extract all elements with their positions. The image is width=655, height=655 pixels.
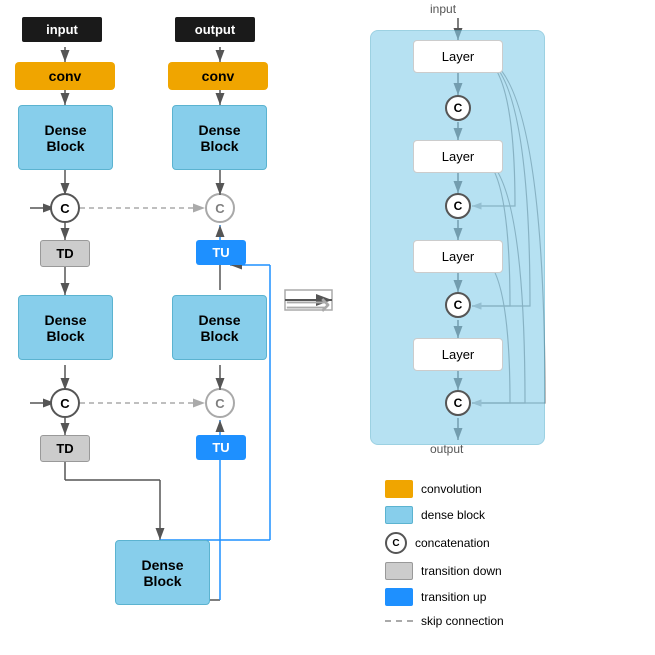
- big-arrow: ⟹: [285, 285, 331, 323]
- c3-right-detail: C: [445, 292, 471, 318]
- legend-td-label: transition down: [421, 564, 502, 578]
- dense-block-3-bottom: DenseBlock: [115, 540, 210, 605]
- tu2-right: TU: [196, 435, 246, 460]
- c1-right: C: [205, 193, 235, 223]
- dense-block-2-left: DenseBlock: [18, 295, 113, 360]
- legend-dense-label: dense block: [421, 508, 485, 522]
- output-label-right-dense: output: [430, 442, 463, 456]
- legend-concatenation: C concatenation: [385, 532, 585, 554]
- legend-dense-box: [385, 506, 413, 524]
- layer-3-right: Layer: [413, 240, 503, 273]
- dense-block-2-right: DenseBlock: [172, 295, 267, 360]
- input-label-left: input: [22, 17, 102, 42]
- legend-td-box: [385, 562, 413, 580]
- legend-conv-box: [385, 480, 413, 498]
- td2-left: TD: [40, 435, 90, 462]
- legend-dense-block: dense block: [385, 506, 585, 524]
- legend-skip-line: [385, 620, 413, 622]
- c4-right-detail: C: [445, 390, 471, 416]
- c1-right-detail: C: [445, 95, 471, 121]
- diagram-container: input conv DenseBlock C TD DenseBlock C …: [0, 0, 655, 655]
- legend-transition-down: transition down: [385, 562, 585, 580]
- conv-node-right: conv: [168, 62, 268, 90]
- dense-block-bg: [370, 30, 545, 445]
- layer-4-right: Layer: [413, 338, 503, 371]
- c2-left: C: [50, 388, 80, 418]
- legend-tu-label: transition up: [421, 590, 486, 604]
- legend-conv-label: convolution: [421, 482, 482, 496]
- layer-1-right: Layer: [413, 40, 503, 73]
- legend: convolution dense block C concatenation …: [385, 480, 585, 636]
- c2-right-detail: C: [445, 193, 471, 219]
- legend-skip-label: skip connection: [421, 614, 504, 628]
- legend-concat-circle: C: [385, 532, 407, 554]
- legend-tu-box: [385, 588, 413, 606]
- dense-block-1-right: DenseBlock: [172, 105, 267, 170]
- legend-skip-connection: skip connection: [385, 614, 585, 628]
- layer-2-right: Layer: [413, 140, 503, 173]
- legend-concat-label: concatenation: [415, 536, 490, 550]
- dense-block-1-left: DenseBlock: [18, 105, 113, 170]
- c1-left: C: [50, 193, 80, 223]
- c2-right: C: [205, 388, 235, 418]
- conv-node-left: conv: [15, 62, 115, 90]
- output-label-right: output: [175, 17, 255, 42]
- td1-left: TD: [40, 240, 90, 267]
- tu1-right: TU: [196, 240, 246, 265]
- input-label-right: input: [430, 2, 456, 16]
- legend-convolution: convolution: [385, 480, 585, 498]
- legend-transition-up: transition up: [385, 588, 585, 606]
